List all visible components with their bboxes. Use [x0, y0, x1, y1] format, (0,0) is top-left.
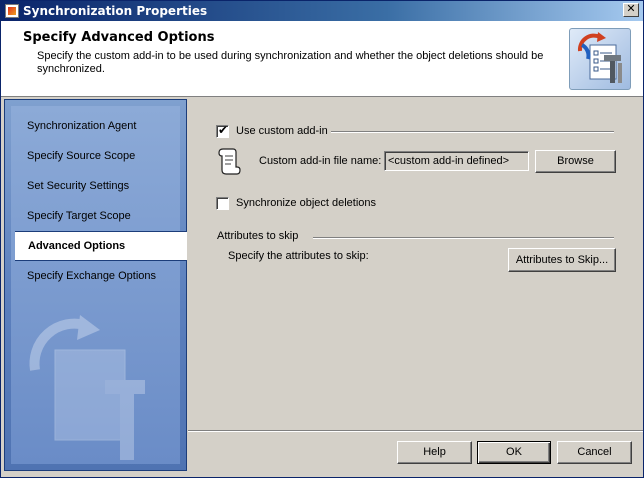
nav-item-exchange-options[interactable]: Specify Exchange Options [27, 270, 156, 282]
group-divider [331, 131, 614, 133]
nav-item-advanced-options[interactable]: Advanced Options [15, 231, 187, 261]
sync-tools-icon [569, 28, 631, 90]
attributes-group-label: Attributes to skip [217, 230, 299, 242]
ok-button[interactable]: OK [477, 441, 551, 464]
nav-item-source-scope[interactable]: Specify Source Scope [27, 150, 135, 162]
nav-watermark-icon [29, 315, 145, 460]
nav-item-target-scope[interactable]: Specify Target Scope [27, 210, 131, 222]
nav-item-synchronization-agent[interactable]: Synchronization Agent [27, 120, 136, 132]
help-button[interactable]: Help [397, 441, 472, 464]
addin-file-label: Custom add-in file name: [259, 155, 382, 167]
dialog-window: Synchronization Properties ✕ Specify Adv… [0, 0, 644, 478]
nav-item-security-settings[interactable]: Set Security Settings [27, 180, 129, 192]
group-divider [313, 237, 614, 239]
browse-button[interactable]: Browse [535, 150, 616, 173]
wizard-header: Specify Advanced Options Specify the cus… [1, 21, 643, 97]
window-title: Synchronization Properties [23, 4, 208, 18]
addin-file-field[interactable]: <custom add-in defined> [384, 151, 529, 171]
sync-deletions-checkbox[interactable] [216, 197, 229, 210]
close-icon: ✕ [626, 3, 636, 15]
page-description: Specify the custom add-in to be used dur… [37, 50, 544, 75]
title-bar[interactable]: Synchronization Properties ✕ [1, 1, 643, 21]
page-title: Specify Advanced Options [23, 30, 215, 45]
use-custom-addin-checkbox[interactable]: ✔ [216, 123, 229, 138]
footer-divider [188, 430, 643, 432]
close-button[interactable]: ✕ [623, 3, 639, 17]
wizard-nav-panel: Synchronization Agent Specify Source Sco… [4, 99, 187, 471]
app-icon [5, 4, 19, 18]
use-custom-addin-label[interactable]: Use custom add-in [236, 125, 328, 137]
sync-deletions-label[interactable]: Synchronize object deletions [236, 197, 376, 209]
check-icon: ✔ [218, 123, 229, 137]
cancel-button[interactable]: Cancel [557, 441, 632, 464]
scroll-icon [218, 148, 241, 175]
attributes-label: Specify the attributes to skip: [228, 250, 369, 262]
attributes-to-skip-button[interactable]: Attributes to Skip... [508, 248, 616, 272]
